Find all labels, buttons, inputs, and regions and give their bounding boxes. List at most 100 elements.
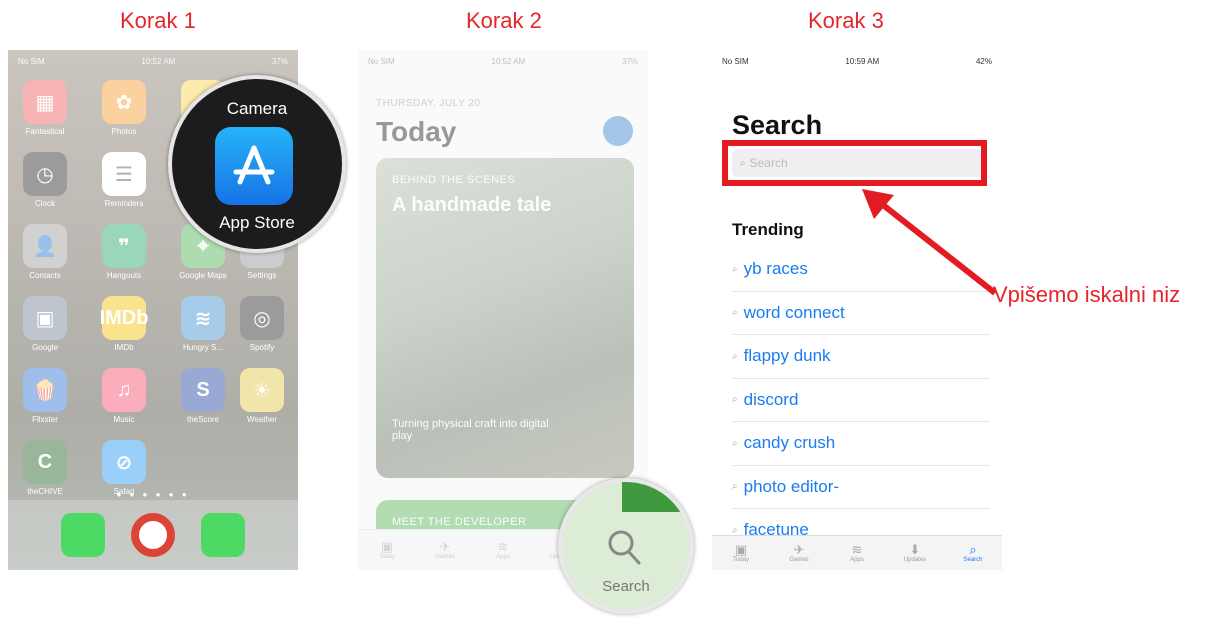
battery-text: 42% [975,56,992,66]
tab-games[interactable]: ✈ Games [420,540,470,561]
today-icon: ▣ [380,539,394,554]
trending-term: discord [743,389,799,409]
today-date: THURSDAY, JULY 20 [376,98,481,109]
trending-term: yb races [743,259,808,279]
app-label: Flixster [32,415,58,424]
app-spotify[interactable]: ◎ Spotify [237,296,287,352]
trending-item[interactable]: ⌕ candy crush [732,422,990,466]
tab-bar: ▣Today ✈Games ≋Apps ⬇Updates ⌕Search [712,535,1002,570]
app-music[interactable]: ♫ Music [99,368,149,424]
app-thescore[interactable]: StheScore [178,368,228,424]
app-hangouts[interactable]: ❞ Hangouts [99,224,149,280]
clock-icon: ◷ [23,152,67,196]
app-clock[interactable]: ◷ Clock [20,152,70,208]
card-caption: Turning physical craft into digital play [392,418,549,442]
app-imdb[interactable]: IMDb IMDb [99,296,149,352]
tab-label: Games [789,557,809,563]
account-avatar-icon[interactable] [603,116,633,146]
search-icon: ⌕ [732,437,738,449]
tab-today[interactable]: ▣ Today [362,539,412,561]
google-folder-icon: ▣ [23,296,67,340]
thescore-icon: S [181,368,225,412]
tab-label: Search [963,557,983,563]
app-store-label: App Store [219,213,295,232]
contacts-icon: 👤 [23,224,67,268]
tab-games[interactable]: ✈ Games [774,543,824,564]
search-icon: ⌕ [732,394,738,406]
app-reminders[interactable]: ☰ Reminders [99,152,149,208]
phone-icon[interactable] [61,513,105,557]
app-google-folder[interactable]: ▣ Google [20,296,70,352]
time-text: 10:52 AM [141,56,176,66]
calendar-icon: ▦ [23,80,67,124]
search-icon: ⌕ [732,350,738,362]
tab-search[interactable]: ⌕Search [948,542,998,564]
carrier-text: No SIM [18,56,45,66]
trending-term: flappy dunk [743,346,831,366]
app-label: IMDb [114,343,134,352]
trending-heading: Trending [732,220,804,239]
tab-label: Apps [496,554,510,560]
step-2-title: Korak 2 [466,8,542,33]
app-contacts[interactable]: 👤 Contacts [20,224,70,280]
trending-term: word connect [743,302,845,322]
tab-updates[interactable]: ⬇Updates [890,543,940,564]
status-bar: No SIM 10:52 AM 37% [8,50,298,72]
page-dots: ● ● ● ● ● ● [116,490,190,499]
chrome-icon[interactable] [131,513,175,557]
app-store-icon[interactable] [215,127,293,205]
tab-label: Apps [850,557,864,563]
step-1-title: Korak 1 [120,8,196,33]
imdb-icon: IMDb [100,296,148,340]
app-label: Hangouts [106,271,142,280]
app-safari[interactable]: ⊘ Safari [99,440,149,496]
app-label: Settings [247,271,277,280]
app-label: Spotify [249,343,275,352]
app-calendar[interactable]: ▦ Fantastical [20,80,70,136]
trending-term: candy crush [743,433,836,453]
app-label: theScore [186,415,220,424]
hangouts-icon: ❞ [102,224,146,268]
featured-card[interactable]: BEHIND THE SCENES A handmade tale Turnin… [376,158,634,478]
app-shark[interactable]: ≋ Hungry S... [178,296,228,352]
flixster-icon: 🍿 [23,368,67,412]
app-photos[interactable]: ✿ Photos [99,80,149,136]
apps-icon: ≋ [851,542,863,557]
search-page-title: Search [732,110,823,140]
search-tab-label[interactable]: Search [562,578,690,595]
tab-apps[interactable]: ≋ Apps [478,540,528,561]
carrier-text: No SIM [722,56,749,66]
battery-text: 37% [621,56,638,66]
app-label: Clock [34,199,55,208]
tab-apps[interactable]: ≋ Apps [832,542,882,564]
search-icon: ⌕ [969,542,977,557]
search-icon[interactable] [606,528,644,573]
safari-icon: ⊘ [102,440,146,484]
app-label: Google Maps [179,271,227,280]
phone-search-screen: No SIM 10:59 AM 42% Search ⌕ Search Tren… [712,50,1002,570]
time-text: 10:52 AM [491,56,526,66]
app-flixster[interactable]: 🍿 Flixster [20,368,70,424]
trending-item[interactable]: ⌕ photo editor- [732,466,990,509]
camera-label: Camera [226,99,288,118]
reminders-icon: ☰ [102,152,146,196]
app-label: Weather [246,415,278,424]
app-label: Hungry S... [182,343,223,352]
time-text: 10:59 AM [845,56,880,66]
search-field-highlight [722,140,987,186]
tab-today[interactable]: ▣ Today [716,543,766,564]
tab-label: Today [378,554,395,560]
app-label: Fantastical [25,127,65,136]
card-eyebrow: BEHIND THE SCENES [392,174,516,186]
trending-item[interactable]: ⌕ discord [732,379,990,422]
app-label: Reminders [104,199,144,208]
card-eyebrow: MEET THE DEVELOPER [392,516,527,528]
trending-item[interactable]: ⌕ flappy dunk [732,335,990,379]
tab-label: Updates [903,557,927,563]
app-chive[interactable]: CtheCHIVE [20,440,70,496]
messages-icon[interactable] [201,513,245,557]
weather-icon: ☀ [240,368,284,412]
chive-icon: C [23,440,67,484]
tab-label: Games [435,554,455,560]
app-weather[interactable]: ☀ Weather [237,368,287,424]
